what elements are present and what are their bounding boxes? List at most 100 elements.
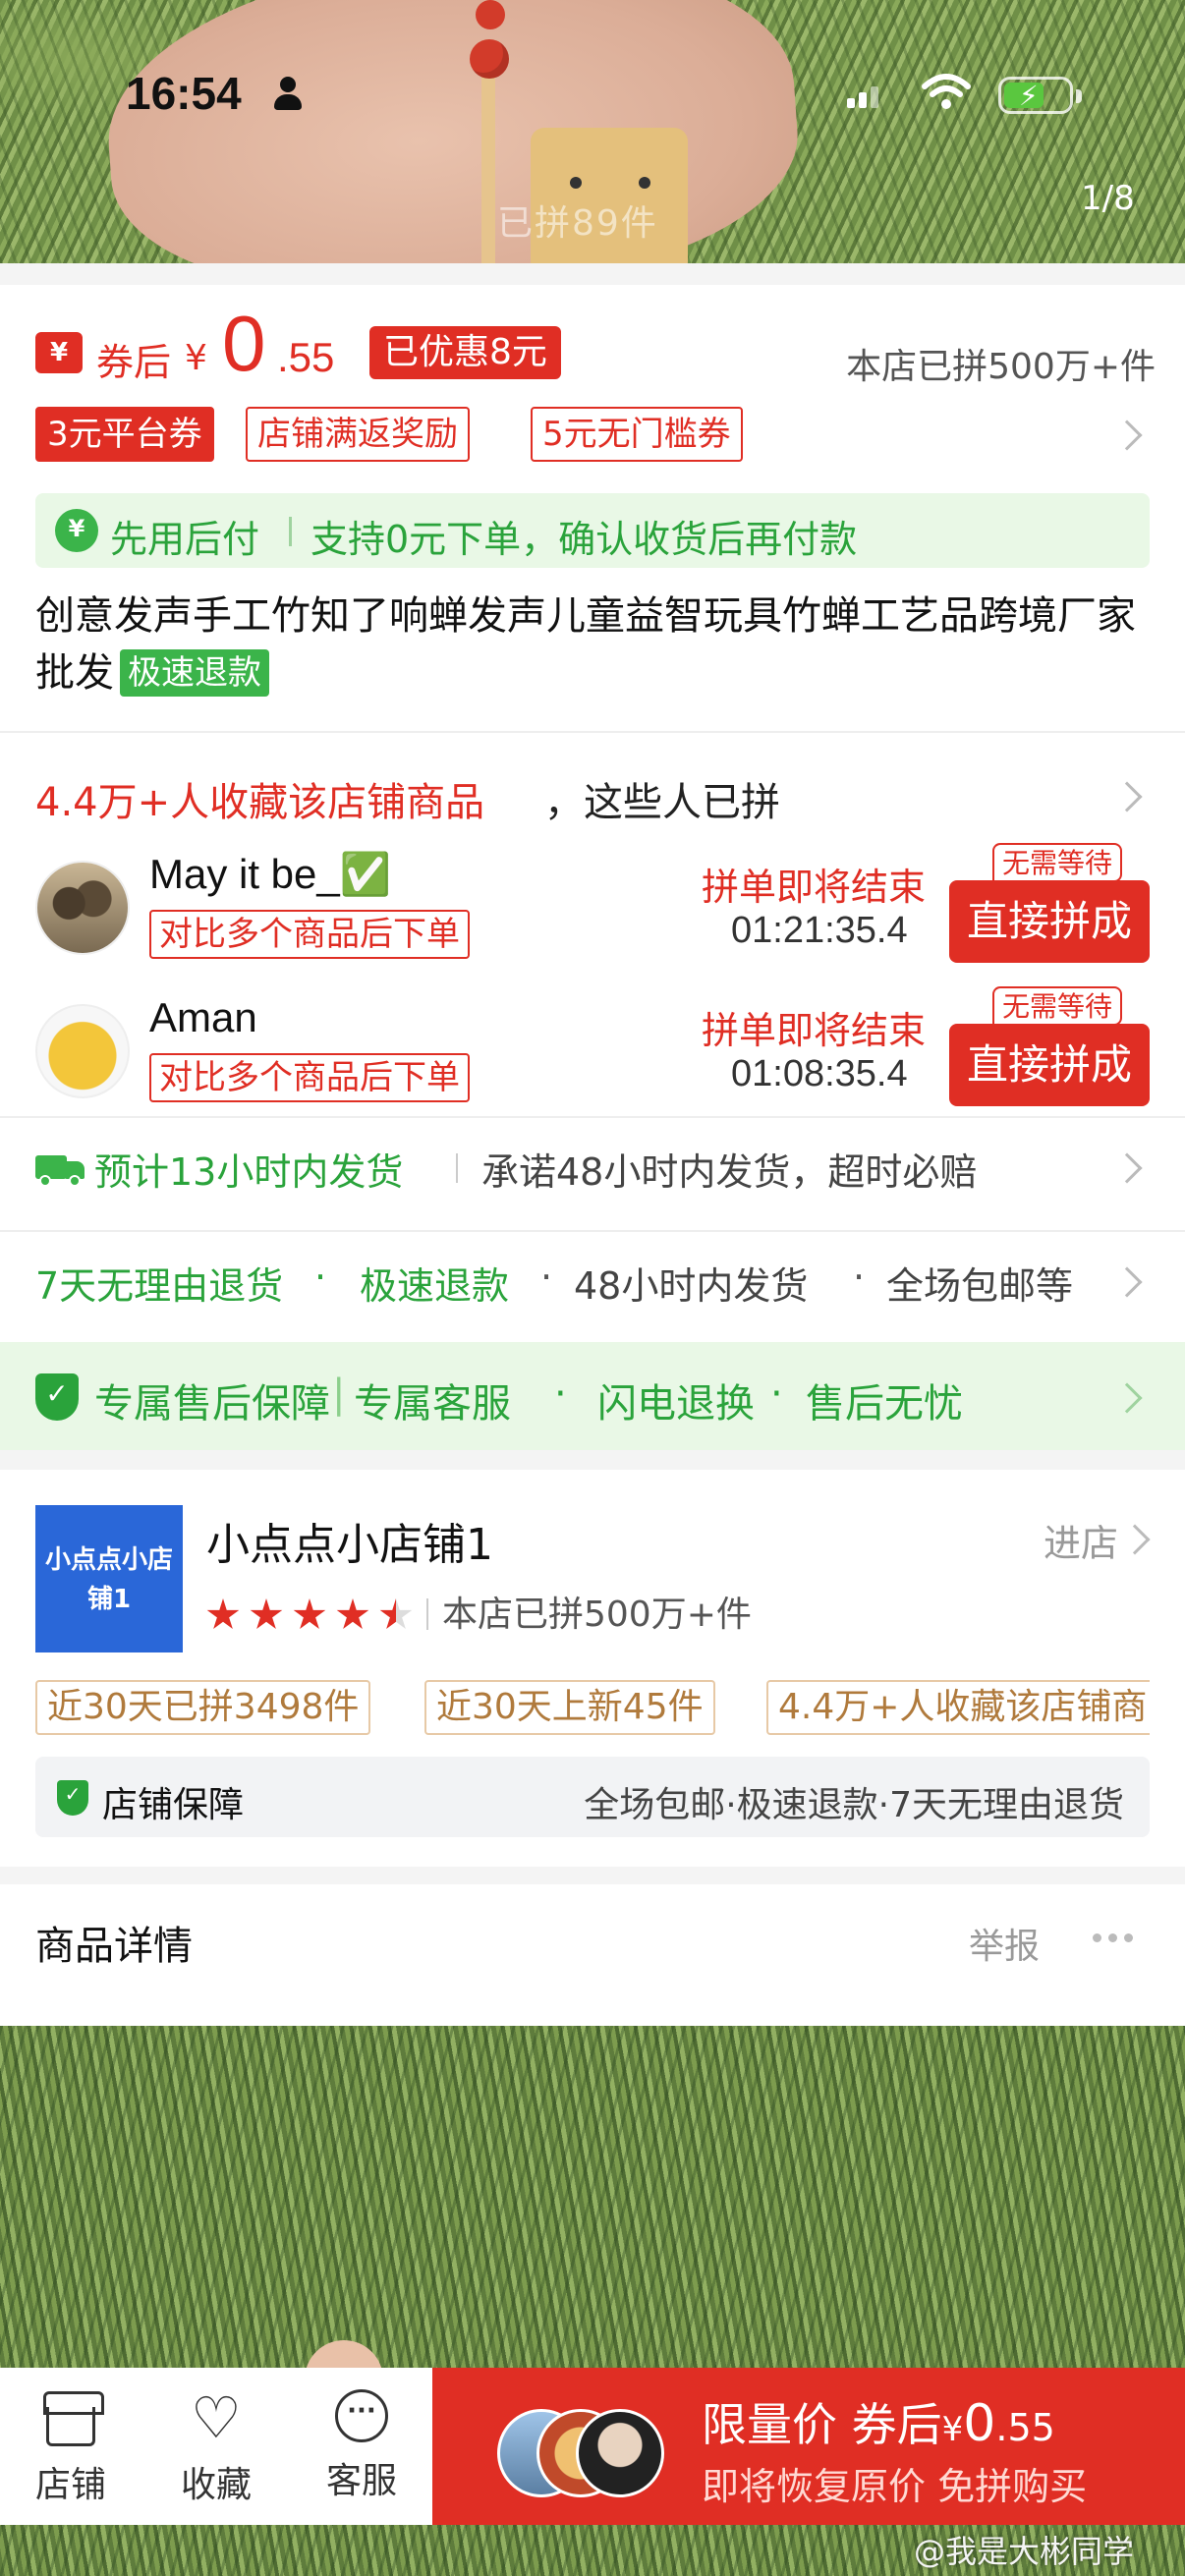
store-stat-tag: 4.4万+人收藏该店铺商品 bbox=[766, 1680, 1150, 1735]
service-item: 全场包邮等 bbox=[886, 1264, 1074, 1308]
price-currency: ¥ bbox=[185, 338, 207, 378]
guarantee-item: 闪电退换 bbox=[597, 1381, 755, 1427]
saved-badge: 已优惠8元 bbox=[369, 326, 561, 379]
group-user-name: May it be_✅ bbox=[149, 851, 392, 897]
buy-price-currency: ¥ bbox=[941, 2410, 964, 2449]
group-ending-label: 拼单即将结束 bbox=[702, 1009, 927, 1052]
chevron-right-icon[interactable] bbox=[1111, 1266, 1143, 1298]
group-buy-row: May it be_✅ 对比多个商品后下单 拼单即将结束 01:21:35.4 … bbox=[35, 843, 1156, 969]
service-item: 48小时内发货 bbox=[574, 1264, 809, 1308]
more-icon[interactable] bbox=[1093, 1933, 1136, 1943]
pay-later-banner[interactable]: 先用后付 支持0元下单，确认收货后再付款 bbox=[35, 493, 1150, 568]
group-countdown: 01:21:35.4 bbox=[731, 910, 908, 951]
sold-overlay-text: 已拼89件 bbox=[497, 203, 658, 244]
store-card[interactable]: 小点点小店铺1 小点点小店铺1 进店 本店已拼500万+件 近30天已拼3498… bbox=[0, 1470, 1185, 1867]
shield-check-icon bbox=[57, 1780, 88, 1816]
group-buy-row: Aman 对比多个商品后下单 拼单即将结束 01:08:35.4 直接拼成 无需… bbox=[35, 986, 1156, 1112]
divider bbox=[0, 1116, 1185, 1118]
star-icon bbox=[206, 1598, 240, 1629]
store-guarantee-title: 店铺保障 bbox=[102, 1785, 245, 1825]
status-time: 16:54 bbox=[126, 68, 242, 119]
after-sales-guarantee[interactable]: 专属售后保障 | 专属客服 · 闪电退换 · 售后无忧 bbox=[0, 1342, 1185, 1450]
favorites-suffix: ，这些人已拼 bbox=[544, 780, 780, 825]
store-stats-tags: 近30天已拼3498件 近30天上新45件 4.4万+人收藏该店铺商品 bbox=[35, 1680, 1150, 1739]
favorites-row[interactable]: 4.4万+人收藏该店铺商品 ，这些人已拼 bbox=[35, 770, 1156, 829]
dot-separator: · bbox=[554, 1372, 567, 1417]
chevron-right-icon[interactable] bbox=[1119, 1524, 1151, 1555]
star-icon bbox=[250, 1598, 283, 1629]
group-countdown: 01:08:35.4 bbox=[731, 1053, 908, 1094]
dot-separator: · bbox=[853, 1256, 866, 1299]
shield-check-icon bbox=[35, 1373, 79, 1421]
no-wait-badge: 无需等待 bbox=[992, 843, 1123, 882]
chevron-right-icon[interactable] bbox=[1111, 420, 1143, 451]
group-user-name: Aman bbox=[149, 994, 257, 1040]
image-pager: 1/8 bbox=[1081, 179, 1135, 218]
services-row[interactable]: 7天无理由退货 · 极速退款 · 48小时内发货 · 全场包邮等 bbox=[35, 1256, 1156, 1315]
shipping-row[interactable]: 预计13小时内发货 承诺48小时内发货，超时必赔 bbox=[35, 1142, 1156, 1201]
service-item: 7天无理由退货 bbox=[35, 1264, 284, 1308]
product-image-carousel[interactable]: 已拼89件 16:54 ⚡ 1/8 bbox=[0, 0, 1185, 263]
price-row: ¥ 券后 ¥ 0 .55 已优惠8元 本店已拼500万+件 bbox=[35, 300, 1156, 393]
bottom-action-bar: 店铺 ♡ 收藏 客服 限量价 券后¥0.55 即将恢复原价 免拼购买 bbox=[0, 2368, 1185, 2525]
store-sold-count: 本店已拼500万+件 bbox=[846, 347, 1156, 387]
buy-price-integer: 0 bbox=[963, 2394, 996, 2453]
details-title: 商品详情 bbox=[35, 1924, 193, 1969]
store-stat-tag: 近30天上新45件 bbox=[424, 1680, 715, 1735]
coupon-icon: ¥ bbox=[35, 332, 83, 373]
price-label: 券后 bbox=[96, 341, 172, 384]
favorite-tab[interactable]: ♡ 收藏 bbox=[157, 2389, 275, 2507]
service-tab-label: 客服 bbox=[325, 2461, 397, 2501]
wifi-icon bbox=[922, 74, 971, 109]
service-tab[interactable]: 客服 bbox=[303, 2389, 421, 2503]
buy-now-button[interactable]: 限量价 券后¥0.55 即将恢复原价 免拼购买 bbox=[432, 2368, 1185, 2525]
buy-subtext: 即将恢复原价 免拼购买 bbox=[702, 2465, 1088, 2508]
pay-later-icon bbox=[55, 509, 98, 552]
divider: | bbox=[332, 1372, 346, 1417]
chevron-right-icon[interactable] bbox=[1111, 1382, 1143, 1414]
join-group-button[interactable]: 直接拼成 bbox=[949, 1024, 1150, 1106]
coupon-tags[interactable]: 3元平台券 店铺满返奖励 5元无门槛券 bbox=[35, 407, 1156, 466]
coupon-tag[interactable]: 3元平台券 bbox=[35, 407, 214, 462]
store-name[interactable]: 小点点小店铺1 bbox=[206, 1509, 493, 1572]
dot-separator: · bbox=[314, 1256, 327, 1299]
pay-later-desc: 支持0元下单，确认收货后再付款 bbox=[310, 518, 858, 561]
divider bbox=[426, 1598, 428, 1630]
dot-separator: · bbox=[770, 1372, 783, 1417]
buyer-avatars bbox=[497, 2409, 664, 2497]
store-guarantee-bar[interactable]: 店铺保障 全场包邮·极速退款·7天无理由退货 bbox=[35, 1757, 1150, 1837]
buy-price-label: 限量价 券后 bbox=[702, 2398, 942, 2451]
avatar bbox=[35, 1004, 130, 1098]
coupon-tag[interactable]: 5元无门槛券 bbox=[531, 407, 743, 462]
product-info-card: ¥ 券后 ¥ 0 .55 已优惠8元 本店已拼500万+件 3元平台券 店铺满返… bbox=[0, 285, 1185, 1450]
favorites-count: 4.4万+人收藏该店铺商品 bbox=[35, 780, 485, 825]
group-user-tag: 对比多个商品后下单 bbox=[149, 1053, 470, 1102]
group-ending-label: 拼单即将结束 bbox=[702, 866, 927, 909]
person-icon bbox=[271, 77, 305, 112]
chevron-right-icon[interactable] bbox=[1111, 781, 1143, 812]
store-tab[interactable]: 店铺 bbox=[12, 2389, 130, 2507]
no-wait-badge: 无需等待 bbox=[992, 986, 1123, 1026]
watermark: @我是大彬同学 bbox=[914, 2533, 1135, 2570]
buy-price-decimal: .55 bbox=[995, 2406, 1055, 2449]
store-tab-label: 店铺 bbox=[34, 2465, 106, 2505]
enter-store-link[interactable]: 进店 bbox=[1044, 1513, 1118, 1567]
truck-icon bbox=[35, 1151, 86, 1187]
chevron-right-icon[interactable] bbox=[1111, 1152, 1143, 1184]
store-icon bbox=[43, 2391, 104, 2446]
product-title: 创意发声手工竹知了响蝉发声儿童益智玩具竹蝉工艺品跨境厂家批发 极速退款 bbox=[35, 588, 1156, 701]
join-group-button[interactable]: 直接拼成 bbox=[949, 880, 1150, 963]
hand-image bbox=[97, 0, 807, 263]
store-rating: 本店已拼500万+件 bbox=[206, 1586, 752, 1635]
report-link[interactable]: 举报 bbox=[969, 1918, 1040, 1969]
divider bbox=[0, 731, 1185, 733]
price-integer: 0 bbox=[222, 300, 266, 387]
divider bbox=[289, 517, 292, 546]
service-item: 极速退款 bbox=[360, 1264, 510, 1308]
star-icon bbox=[336, 1598, 369, 1629]
coupon-tag[interactable]: 店铺满返奖励 bbox=[246, 407, 470, 462]
store-sold-count: 本店已拼500万+件 bbox=[442, 1595, 752, 1635]
store-logo[interactable]: 小点点小店铺1 bbox=[35, 1505, 183, 1652]
divider bbox=[456, 1153, 458, 1183]
pay-later-title: 先用后付 bbox=[110, 518, 260, 561]
